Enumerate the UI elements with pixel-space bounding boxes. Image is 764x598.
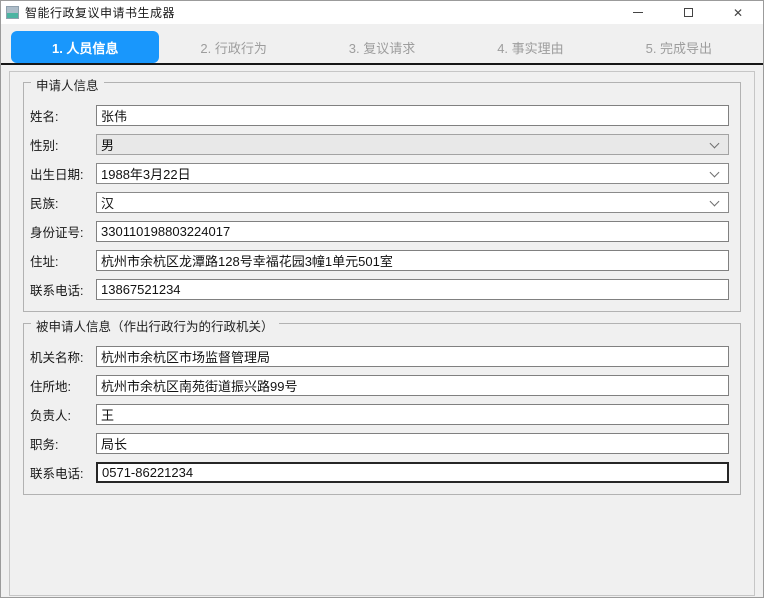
form-row: 住所地: <box>30 375 729 396</box>
agency-name-input[interactable] <box>96 346 729 367</box>
gender-combobox[interactable]: 男 <box>96 134 729 155</box>
gender-value: 男 <box>101 135 711 154</box>
form-row: 职务: <box>30 433 729 454</box>
window-title: 智能行政复议申请书生成器 <box>25 4 175 21</box>
applicant-groupbox-legend: 申请人信息 <box>31 75 104 94</box>
app-window: 智能行政复议申请书生成器 ✕ 1. 人员信息 2. 行政行为 3. 复议请求 4… <box>0 0 764 598</box>
agency-address-input[interactable] <box>96 375 729 396</box>
minimize-button[interactable] <box>613 1 663 24</box>
minimize-icon <box>633 12 643 13</box>
person-in-charge-label: 负责人: <box>30 405 96 424</box>
maximize-button[interactable] <box>663 1 713 24</box>
wizard-tab-bar: 1. 人员信息 2. 行政行为 3. 复议请求 4. 事实理由 5. 完成导出 <box>1 24 763 65</box>
title-bar: 智能行政复议申请书生成器 ✕ <box>1 1 763 24</box>
form-row: 机关名称: <box>30 346 729 367</box>
window-controls: ✕ <box>613 1 763 24</box>
agency-phone-input[interactable] <box>96 462 729 483</box>
person-in-charge-input[interactable] <box>96 404 729 425</box>
position-label: 职务: <box>30 434 96 453</box>
address-input[interactable] <box>96 250 729 271</box>
maximize-icon <box>684 8 693 17</box>
form-row: 联系电话: <box>30 279 729 300</box>
chevron-down-icon <box>710 196 720 206</box>
address-label: 住址: <box>30 251 96 270</box>
tab-administrative-act[interactable]: 2. 行政行为 <box>159 31 307 63</box>
ethnicity-value: 汉 <box>101 193 711 212</box>
agency-phone-label: 联系电话: <box>30 463 96 482</box>
chevron-down-icon <box>710 167 720 177</box>
phone-label: 联系电话: <box>30 280 96 299</box>
position-input[interactable] <box>96 433 729 454</box>
form-row: 民族: 汉 <box>30 192 729 213</box>
close-icon: ✕ <box>733 7 743 19</box>
form-row: 姓名: <box>30 105 729 126</box>
gender-label: 性别: <box>30 135 96 154</box>
phone-input[interactable] <box>96 279 729 300</box>
chevron-down-icon <box>710 138 720 148</box>
tab-finish-export[interactable]: 5. 完成导出 <box>605 31 753 63</box>
respondent-info-groupbox: 被申请人信息（作出行政行为的行政机关） 机关名称: 住所地: 负责人: 职务: … <box>23 323 741 495</box>
tab-personnel-info[interactable]: 1. 人员信息 <box>11 31 159 63</box>
name-input[interactable] <box>96 105 729 126</box>
birthdate-combobox[interactable]: 1988年3月22日 <box>96 163 729 184</box>
form-row: 住址: <box>30 250 729 271</box>
close-button[interactable]: ✕ <box>713 1 763 24</box>
tab-facts-reasons[interactable]: 4. 事实理由 <box>456 31 604 63</box>
ethnicity-label: 民族: <box>30 193 96 212</box>
id-number-input[interactable] <box>96 221 729 242</box>
birthdate-label: 出生日期: <box>30 164 96 183</box>
form-row: 性别: 男 <box>30 134 729 155</box>
agency-address-label: 住所地: <box>30 376 96 395</box>
form-row: 联系电话: <box>30 462 729 483</box>
form-row: 负责人: <box>30 404 729 425</box>
respondent-groupbox-legend: 被申请人信息（作出行政行为的行政机关） <box>31 316 279 335</box>
agency-name-label: 机关名称: <box>30 347 96 366</box>
applicant-info-groupbox: 申请人信息 姓名: 性别: 男 出生日期: 1988年3月22日 <box>23 82 741 312</box>
ethnicity-combobox[interactable]: 汉 <box>96 192 729 213</box>
birthdate-value: 1988年3月22日 <box>101 164 711 183</box>
id-number-label: 身份证号: <box>30 222 96 241</box>
form-row: 身份证号: <box>30 221 729 242</box>
form-row: 出生日期: 1988年3月22日 <box>30 163 729 184</box>
name-label: 姓名: <box>30 106 96 125</box>
app-icon <box>6 6 19 19</box>
tab-reconsideration-request[interactable]: 3. 复议请求 <box>308 31 456 63</box>
content-frame: 申请人信息 姓名: 性别: 男 出生日期: 1988年3月22日 <box>9 71 755 596</box>
